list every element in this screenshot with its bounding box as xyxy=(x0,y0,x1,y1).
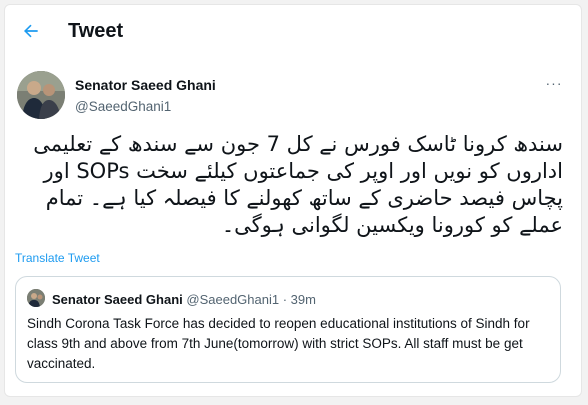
back-arrow-icon xyxy=(24,24,38,38)
quoted-tweet-text: Sindh Corona Task Force has decided to r… xyxy=(27,316,530,371)
tweet-header: Tweet xyxy=(5,5,581,57)
avatar-photo xyxy=(17,71,65,119)
quoted-tweet-header: Senator Saeed Ghani @SaeedGhani1 · 39m xyxy=(52,292,316,307)
author-avatar[interactable] xyxy=(17,71,65,119)
tweet-page: Tweet Senator Saeed Ghani @SaeedGhani1 ·… xyxy=(4,4,582,397)
quoted-time: 39m xyxy=(290,292,316,307)
quoted-author-avatar xyxy=(27,289,45,307)
more-options-button[interactable]: ··· xyxy=(543,75,565,91)
quoted-tweet[interactable]: Senator Saeed Ghani @SaeedGhani1 · 39m S… xyxy=(15,276,561,383)
page-title: Tweet xyxy=(68,20,124,42)
quoted-author-name: Senator Saeed Ghani xyxy=(52,292,183,307)
more-dots-icon: ··· xyxy=(545,75,563,91)
author-handle[interactable]: @SaeedGhani1 xyxy=(75,99,171,114)
quoted-author-handle: @SaeedGhani1 xyxy=(186,292,280,307)
tweet-text: سندھ کرونا ٹاسک فورس نے کل 7 جون سے سندھ… xyxy=(33,132,563,237)
translate-tweet-link[interactable]: Translate Tweet xyxy=(15,251,100,265)
back-button[interactable] xyxy=(17,17,45,45)
quoted-separator: · xyxy=(279,292,291,307)
author-name[interactable]: Senator Saeed Ghani xyxy=(75,77,216,93)
quoted-avatar-photo xyxy=(27,289,45,307)
